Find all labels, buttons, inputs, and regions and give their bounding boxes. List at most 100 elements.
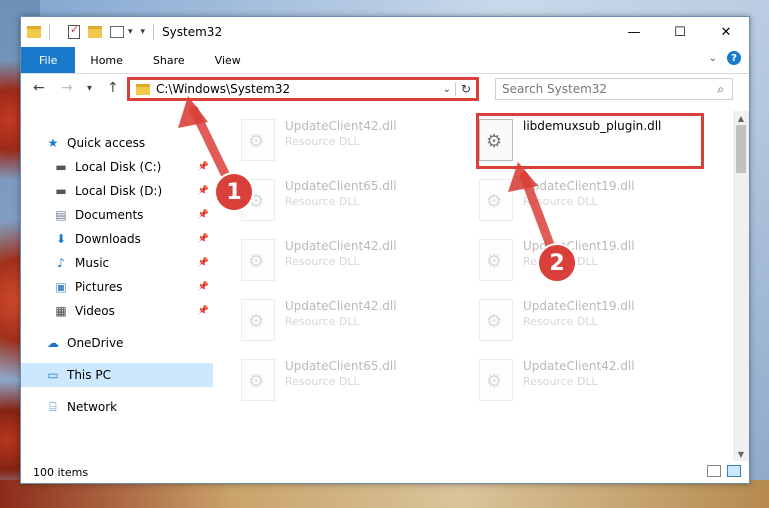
search-input[interactable]: Search System32 ⌕ (495, 78, 733, 100)
pin-icon[interactable]: 📌 (198, 210, 209, 220)
customize-toolbar-icon[interactable]: ▾ (141, 27, 146, 37)
tab-home[interactable]: Home (75, 47, 137, 73)
address-bar[interactable]: C:\Windows\System32 ⌄ ↻ (127, 77, 479, 101)
sidebar-item[interactable]: ⌸ Network (21, 395, 213, 419)
file-type: Resource DLL (523, 375, 598, 388)
music-icon: ♪ (57, 256, 65, 270)
search-icon[interactable]: ⌕ (717, 82, 724, 97)
dll-file-icon (479, 179, 513, 221)
dll-file-icon (479, 359, 513, 401)
sidebar-item[interactable]: ♪ Music 📌 (21, 251, 213, 275)
file-type: Resource DLL (285, 135, 360, 148)
file-item[interactable]: UpdateClient42.dll Resource DLL (241, 239, 461, 293)
sidebar-item-label: Local Disk (C:) (75, 160, 162, 174)
sidebar-item[interactable]: ▬ Local Disk (D:) 📌 (21, 179, 213, 203)
dll-file-icon (479, 299, 513, 341)
minimize-button[interactable]: — (611, 17, 657, 47)
address-path[interactable]: C:\Windows\System32 (156, 82, 443, 96)
ribbon-tabs: File Home Share View ⌄ ? (21, 47, 749, 74)
details-view-icon[interactable] (707, 465, 721, 477)
step-badge-1: 1 (214, 172, 254, 212)
file-type: Resource DLL (285, 375, 360, 388)
scroll-up-icon[interactable]: ▲ (733, 111, 749, 125)
sidebar-item[interactable]: ▦ Videos 📌 (21, 299, 213, 323)
file-type: Resource DLL (285, 315, 360, 328)
file-item[interactable]: UpdateClient19.dllResource DLL (479, 239, 699, 293)
sidebar-item-label: Videos (75, 304, 115, 318)
folder-icon (27, 26, 41, 38)
sidebar-item[interactable]: ⬇ Downloads 📌 (21, 227, 213, 251)
sidebar-item-label: Network (67, 400, 118, 414)
file-item[interactable]: UpdateClient19.dllResource DLL (479, 299, 699, 353)
dll-file-icon (241, 239, 275, 281)
file-item[interactable]: libdemuxsub_plugin.dll (479, 119, 699, 173)
up-button[interactable]: ↑ (107, 80, 119, 96)
file-item[interactable]: UpdateClient42.dll Resource DLL (241, 299, 461, 353)
pictures-icon: ▣ (55, 280, 67, 294)
window-title: System32 (162, 25, 223, 39)
folder-icon (136, 83, 150, 95)
properties-check-icon[interactable] (68, 23, 80, 39)
tab-view[interactable]: View (200, 47, 256, 73)
pin-icon[interactable]: 📌 (198, 282, 209, 292)
file-name: UpdateClient42.dll (285, 239, 397, 253)
file-name: UpdateClient42.dll (285, 299, 397, 313)
sidebar-item[interactable]: ▤ Documents 📌 (21, 203, 213, 227)
maximize-button[interactable]: ☐ (657, 17, 703, 47)
address-dropdown-icon[interactable]: ⌄ (443, 84, 451, 95)
vertical-scrollbar[interactable]: ▲ ▼ (733, 111, 749, 461)
network-icon: ⌸ (49, 399, 57, 414)
sidebar-item[interactable]: ★ Quick access (21, 131, 213, 155)
step-badge-2: 2 (537, 243, 577, 283)
back-button[interactable]: ← (33, 80, 45, 96)
scroll-down-icon[interactable]: ▼ (733, 447, 749, 461)
sidebar-item-label: This PC (67, 368, 111, 382)
videos-icon: ▦ (55, 304, 67, 318)
sidebar-item-label: Pictures (75, 280, 123, 294)
sidebar-item[interactable]: ▣ Pictures 📌 (21, 275, 213, 299)
file-item[interactable]: UpdateClient42.dll Resource DLL (241, 119, 461, 173)
file-type: Resource DLL (285, 195, 360, 208)
cloud-icon: ☁ (47, 336, 59, 350)
help-icon[interactable]: ? (727, 51, 741, 65)
toolbar-divider (153, 24, 155, 40)
desktop-wallpaper-bottom (0, 480, 769, 508)
new-folder-icon[interactable] (88, 26, 102, 38)
sidebar-item-label: Quick access (67, 136, 146, 150)
pin-icon[interactable]: 📌 (198, 162, 209, 172)
status-bar: 100 items (21, 461, 749, 483)
scrollbar-thumb[interactable] (736, 125, 746, 173)
file-name: UpdateClient65.dll (285, 179, 397, 193)
pin-icon[interactable]: 📌 (198, 306, 209, 316)
tab-file[interactable]: File (21, 47, 76, 73)
file-item[interactable]: UpdateClient42.dll Resource DLL (479, 359, 699, 413)
file-item[interactable]: UpdateClient65.dll Resource DLL (241, 179, 461, 233)
item-count: 100 items (33, 465, 89, 479)
sidebar-item[interactable]: ▬ Local Disk (C:) 📌 (21, 155, 213, 179)
pin-icon[interactable]: 📌 (198, 234, 209, 244)
refresh-button[interactable]: ↻ (455, 82, 476, 96)
dll-file-icon (479, 119, 513, 161)
search-placeholder: Search System32 (502, 82, 608, 96)
documents-icon: ▤ (55, 208, 67, 222)
forward-button[interactable]: → (61, 80, 73, 96)
star-icon: ★ (47, 136, 59, 150)
view-options-icon[interactable] (110, 26, 124, 38)
large-icons-view-icon[interactable] (727, 465, 741, 477)
expand-ribbon-icon[interactable]: ⌄ (709, 53, 717, 64)
file-item[interactable]: UpdateClient19.dllResource DLL (479, 179, 699, 233)
pin-icon[interactable]: 📌 (198, 186, 209, 196)
file-type: Resource DLL (285, 255, 360, 268)
sidebar-item[interactable]: ▭ This PC (21, 363, 213, 387)
view-options-dropdown-icon[interactable]: ▾ (128, 27, 133, 37)
pin-icon[interactable]: 📌 (198, 258, 209, 268)
sidebar-item[interactable]: ☁ OneDrive (21, 331, 213, 355)
sidebar-item-label: Music (75, 256, 110, 270)
close-button[interactable]: ✕ (703, 17, 749, 47)
tab-share[interactable]: Share (138, 47, 200, 73)
dll-file-icon (241, 359, 275, 401)
file-item[interactable]: UpdateClient65.dll Resource DLL (241, 359, 461, 413)
file-name: libdemuxsub_plugin.dll (523, 119, 662, 133)
recent-locations-button[interactable]: ▾ (87, 83, 92, 94)
download-icon: ⬇ (55, 232, 67, 246)
